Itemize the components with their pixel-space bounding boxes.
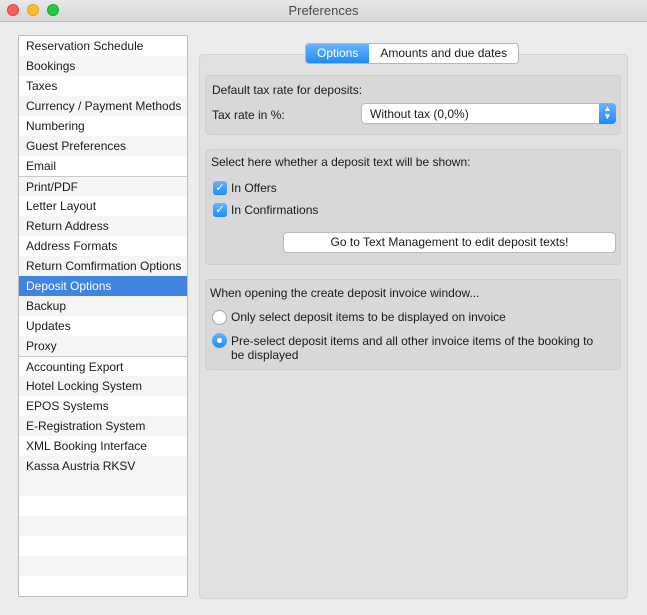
tax-rate-label: Tax rate in %: [212,108,285,122]
sidebar-item-return-comfirmation-options[interactable]: Return Comfirmation Options [19,256,187,276]
sidebar-item-accounting-export[interactable]: Accounting Export [19,356,187,376]
sidebar-item-taxes[interactable]: Taxes [19,76,187,96]
sidebar-list: Reservation Schedule Bookings Taxes Currenc… [19,36,187,476]
preselect-all-items-label-line1: Pre-select deposit items and all other i… [231,334,594,348]
tab-options[interactable]: Options [306,44,370,63]
sidebar-item-return-address[interactable]: Return Address [19,216,187,236]
sidebar-item-updates[interactable]: Updates [19,316,187,336]
sidebar-item-epos-systems[interactable]: EPOS Systems [19,396,187,416]
preferences-window: Preferences Reservation Schedule Bookings… [0,0,647,615]
in-confirmations-label: In Confirmations [231,203,319,217]
in-offers-checkbox[interactable]: ✓ [213,181,227,195]
sidebar-item-backup[interactable]: Backup [19,296,187,316]
preselect-all-items-label-line2: be displayed [231,348,299,362]
sidebar-item-numbering[interactable]: Numbering [19,116,187,136]
tab-bar: Options Amounts and due dates [305,43,520,64]
text-management-button[interactable]: Go to Text Management to edit deposit te… [283,232,616,253]
sidebar-item-hotel-locking-system[interactable]: Hotel Locking System [19,376,187,396]
window-title: Preferences [288,3,359,18]
deposit-text-heading: Select here whether a deposit text will … [211,155,471,169]
sidebar-item-email[interactable]: Email [19,156,187,176]
sidebar-item-e-registration-system[interactable]: E-Registration System [19,416,187,436]
in-offers-label: In Offers [231,181,277,195]
tax-rate-value: Without tax (0,0%) [370,107,469,121]
sidebar-item-kassa-austria-rksv[interactable]: Kassa Austria RKSV [19,456,187,476]
tax-group-heading: Default tax rate for deposits: [212,83,363,97]
only-deposit-items-radio[interactable] [212,310,227,325]
sidebar-item-bookings[interactable]: Bookings [19,56,187,76]
sidebar-item-xml-booking-interface[interactable]: XML Booking Interface [19,436,187,456]
preselect-all-items-radio[interactable] [212,333,227,348]
sidebar-empty-area [19,476,187,596]
sidebar-item-currency-payment-methods[interactable]: Currency / Payment Methods [19,96,187,116]
sidebar-item-proxy[interactable]: Proxy [19,336,187,356]
preferences-sidebar: Reservation Schedule Bookings Taxes Currenc… [18,35,188,597]
sidebar-item-reservation-schedule[interactable]: Reservation Schedule [19,36,187,56]
sidebar-item-print-pdf[interactable]: Print/PDF [19,176,187,196]
select-arrows-icon: ▲ ▼ [599,103,616,124]
deposit-invoice-heading: When opening the create deposit invoice … [210,286,480,300]
sidebar-item-guest-preferences[interactable]: Guest Preferences [19,136,187,156]
sidebar-item-address-formats[interactable]: Address Formats [19,236,187,256]
only-deposit-items-label: Only select deposit items to be displaye… [231,310,506,324]
tax-rate-select[interactable]: Without tax (0,0%) ▲ ▼ [361,103,616,124]
title-bar: Preferences [0,0,647,22]
sidebar-item-deposit-options[interactable]: Deposit Options [19,276,187,296]
in-confirmations-checkbox[interactable]: ✓ [213,203,227,217]
tab-amounts-and-due-dates[interactable]: Amounts and due dates [369,44,518,63]
sidebar-item-letter-layout[interactable]: Letter Layout [19,196,187,216]
